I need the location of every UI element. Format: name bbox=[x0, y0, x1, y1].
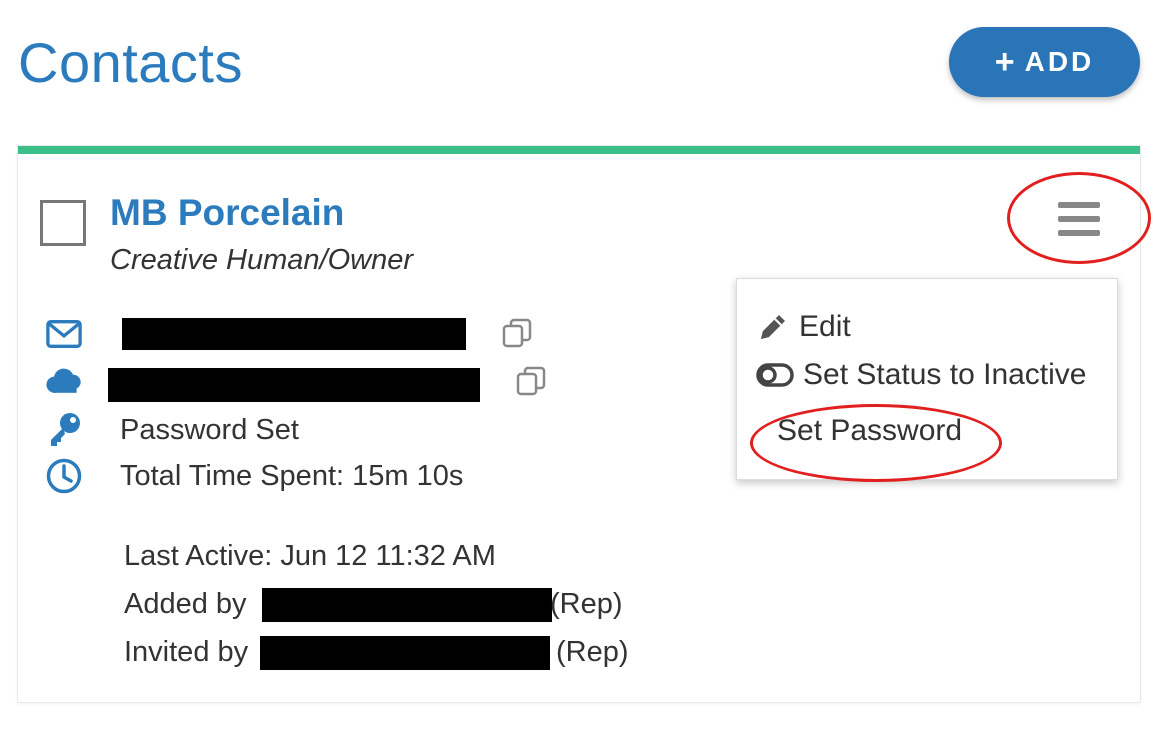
hamburger-icon[interactable] bbox=[1058, 202, 1100, 238]
select-contact-checkbox[interactable] bbox=[40, 200, 86, 246]
redacted-invited-by-name bbox=[260, 636, 550, 670]
clock-icon bbox=[46, 458, 82, 494]
contact-card: MB Porcelain Creative Human/Owner Passwo… bbox=[18, 146, 1151, 702]
redacted-email[interactable] bbox=[122, 318, 466, 350]
envelope-icon bbox=[46, 316, 82, 352]
key-icon bbox=[46, 412, 82, 448]
toggle-icon bbox=[755, 357, 795, 393]
total-time-spent: Total Time Spent: 15m 10s bbox=[120, 460, 464, 492]
copy-icon[interactable] bbox=[502, 318, 532, 348]
invited-by-role: (Rep) bbox=[556, 636, 629, 668]
menu-item-set-status-inactive[interactable]: Set Status to Inactive bbox=[737, 353, 1117, 397]
plus-icon: + bbox=[994, 43, 1015, 81]
add-contact-button[interactable]: + ADD bbox=[949, 27, 1140, 97]
add-button-label: ADD bbox=[1024, 46, 1095, 77]
redacted-website[interactable] bbox=[108, 368, 480, 402]
redacted-added-by-name bbox=[262, 588, 552, 622]
menu-item-edit[interactable]: Edit bbox=[737, 305, 1117, 349]
cloud-icon bbox=[46, 364, 82, 400]
menu-item-label: Set Password bbox=[777, 414, 963, 447]
added-by-label: Added by bbox=[124, 588, 247, 620]
password-status: Password Set bbox=[120, 414, 299, 446]
contact-actions-menu: Edit Set Status to Inactive Set Password bbox=[736, 278, 1118, 480]
copy-icon[interactable] bbox=[516, 366, 546, 396]
page-title: Contacts bbox=[18, 31, 243, 94]
menu-item-set-password[interactable]: Set Password bbox=[737, 409, 1117, 453]
last-active: Last Active: Jun 12 11:32 AM bbox=[124, 540, 496, 572]
added-by-role: (Rep) bbox=[550, 588, 623, 620]
menu-item-label: Edit bbox=[799, 310, 851, 343]
pencil-icon bbox=[755, 309, 791, 345]
contact-name[interactable]: MB Porcelain bbox=[110, 192, 344, 234]
menu-item-label: Set Status to Inactive bbox=[803, 358, 1087, 391]
invited-by-label: Invited by bbox=[124, 636, 249, 668]
contact-role: Creative Human/Owner bbox=[110, 244, 413, 276]
